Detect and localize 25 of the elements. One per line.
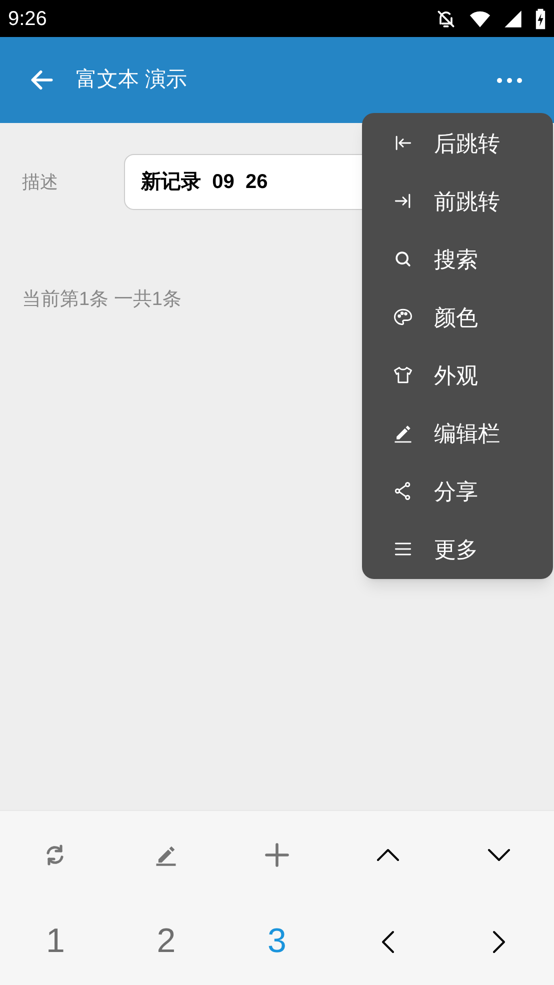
record-info: 当前第1条 一共1条: [22, 288, 182, 312]
menu-item-label: 更多: [434, 536, 478, 564]
menu-item[interactable]: 颜色: [362, 288, 553, 346]
menu-item-label: 颜色: [434, 304, 478, 332]
menu-item[interactable]: 编辑栏: [362, 404, 553, 462]
field-label: 描述: [22, 170, 59, 194]
palette-icon: [392, 306, 414, 328]
menu-item[interactable]: 搜索: [362, 230, 553, 288]
app-title: 富文本 演示: [76, 67, 188, 94]
menu-item[interactable]: 分享: [362, 462, 553, 520]
signal-icon: [503, 8, 523, 28]
bell-off-icon: [435, 8, 457, 30]
page-number[interactable]: 2: [110, 898, 222, 985]
shirt-icon: [392, 364, 414, 386]
menu-item[interactable]: 外观: [362, 346, 553, 404]
battery-icon: [535, 8, 546, 30]
more-options-button[interactable]: [497, 78, 522, 82]
menu-item-label: 搜索: [434, 246, 478, 274]
menu-item-label: 外观: [434, 362, 478, 390]
menu-item[interactable]: 更多: [362, 520, 553, 578]
clock: 9:26: [8, 6, 47, 32]
menu-item-label: 编辑栏: [434, 420, 500, 448]
plus-icon: [262, 840, 291, 868]
page-number[interactable]: 1: [0, 898, 111, 985]
menu-item-label: 分享: [434, 478, 478, 506]
